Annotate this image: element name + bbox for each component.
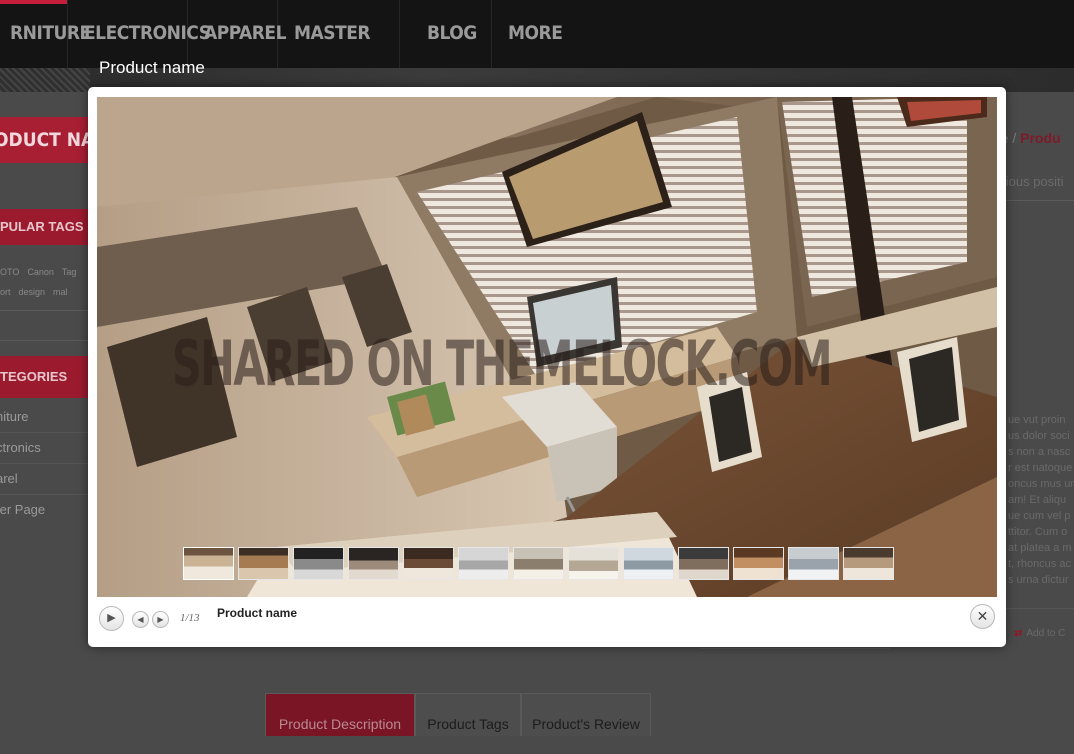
- thumbnail[interactable]: [183, 547, 234, 580]
- nav-item-master-page[interactable]: MASTER PAGE: [278, 0, 400, 110]
- product-description-text: ue vut proin us dolor soci s non a nasc …: [1008, 412, 1074, 588]
- previous-button[interactable]: ◀: [132, 611, 149, 628]
- page-title: ODUCT NAME: [0, 117, 90, 163]
- play-button[interactable]: ▶: [99, 606, 124, 631]
- tag-link[interactable]: OTO: [0, 267, 19, 277]
- tag-link[interactable]: Tag: [62, 267, 77, 277]
- thumbnail[interactable]: [678, 547, 729, 580]
- tab-product-review[interactable]: Product's Review: [521, 693, 651, 736]
- tag-link[interactable]: design: [19, 287, 46, 297]
- arrow-left-icon: ◀: [137, 615, 144, 624]
- popular-tags-list: OTO Canon Tag ort design mal: [0, 262, 90, 302]
- thumbnail[interactable]: [733, 547, 784, 580]
- thumbnail[interactable]: [348, 547, 399, 580]
- description-line: s non a nasc: [1008, 446, 1071, 458]
- divider: [0, 340, 90, 341]
- description-line: oncus mus ur: [1008, 478, 1074, 490]
- tag-link[interactable]: Canon: [27, 267, 54, 277]
- product-photo: SHARED ON THEMELOCK.COM: [97, 97, 997, 597]
- divider: [0, 310, 90, 311]
- close-button[interactable]: ✕: [970, 604, 995, 629]
- lightbox-title: Product name: [99, 58, 205, 77]
- add-to-compare-link[interactable]: ⇄ Add to C: [1014, 628, 1065, 639]
- thumbnail[interactable]: [238, 547, 289, 580]
- categories-heading: TEGORIES: [0, 356, 90, 398]
- nav-item-more-color[interactable]: MORE COLOR: [492, 0, 607, 110]
- arrow-right-icon: ▶: [157, 615, 164, 624]
- description-line: at platea a m: [1008, 542, 1072, 554]
- thumbnail-strip: [183, 547, 898, 582]
- close-icon: ✕: [976, 608, 989, 624]
- image-counter: 1/13: [180, 612, 200, 624]
- category-item[interactable]: ter Page: [0, 494, 90, 525]
- description-line: us dolor soci: [1008, 430, 1070, 442]
- next-button[interactable]: ▶: [152, 611, 169, 628]
- tag-link[interactable]: mal: [53, 287, 68, 297]
- thumbnail[interactable]: [293, 547, 344, 580]
- category-item[interactable]: niture: [0, 401, 90, 433]
- description-line: r est natoque: [1008, 462, 1073, 474]
- banner-texture: [0, 68, 90, 92]
- lightbox-caption: Product name: [217, 606, 298, 620]
- thumbnail[interactable]: [623, 547, 674, 580]
- play-icon: ▶: [107, 612, 116, 624]
- description-line: ue vut proin: [1008, 414, 1066, 426]
- description-line: t, rhoncus ac: [1008, 558, 1071, 570]
- tab-product-tags[interactable]: Product Tags: [415, 693, 521, 736]
- lightbox-modal: SHARED ON THEMELOCK.COM ▶ ◀ ▶ 1/13 Produ…: [88, 87, 1006, 647]
- divider: [700, 648, 890, 649]
- add-to-label: Add to C: [1026, 628, 1066, 639]
- thumbnail[interactable]: [843, 547, 894, 580]
- popular-tags-heading: PULAR TAGS: [0, 209, 90, 245]
- breadcrumb: re / Produ: [996, 130, 1074, 146]
- thumbnail[interactable]: [568, 547, 619, 580]
- thumbnail[interactable]: [458, 547, 509, 580]
- previous-position-link[interactable]: evious positi: [996, 174, 1074, 201]
- thumbnail[interactable]: [788, 547, 839, 580]
- category-item[interactable]: ctronics: [0, 432, 90, 464]
- compare-icon: ⇄: [1014, 628, 1023, 639]
- nav-item-furniture[interactable]: RNITURE: [0, 0, 91, 68]
- thumbnail[interactable]: [513, 547, 564, 580]
- description-line: ttitor. Cum o: [1008, 526, 1068, 538]
- tag-link[interactable]: ort: [0, 287, 11, 297]
- nav-item-blog[interactable]: BLOG: [400, 0, 492, 68]
- description-line: ue cum vel p: [1008, 510, 1071, 522]
- category-item[interactable]: arel: [0, 463, 90, 495]
- description-line: am! Et aliqu: [1008, 494, 1067, 506]
- description-line: s urna dictur: [1008, 574, 1069, 586]
- thumbnail[interactable]: [403, 547, 454, 580]
- tab-product-description[interactable]: Product Description: [265, 693, 415, 736]
- divider: [1006, 608, 1074, 609]
- watermark-text: SHARED ON THEMELOCK.COM: [172, 327, 833, 400]
- breadcrumb-current: Produ: [1020, 130, 1061, 146]
